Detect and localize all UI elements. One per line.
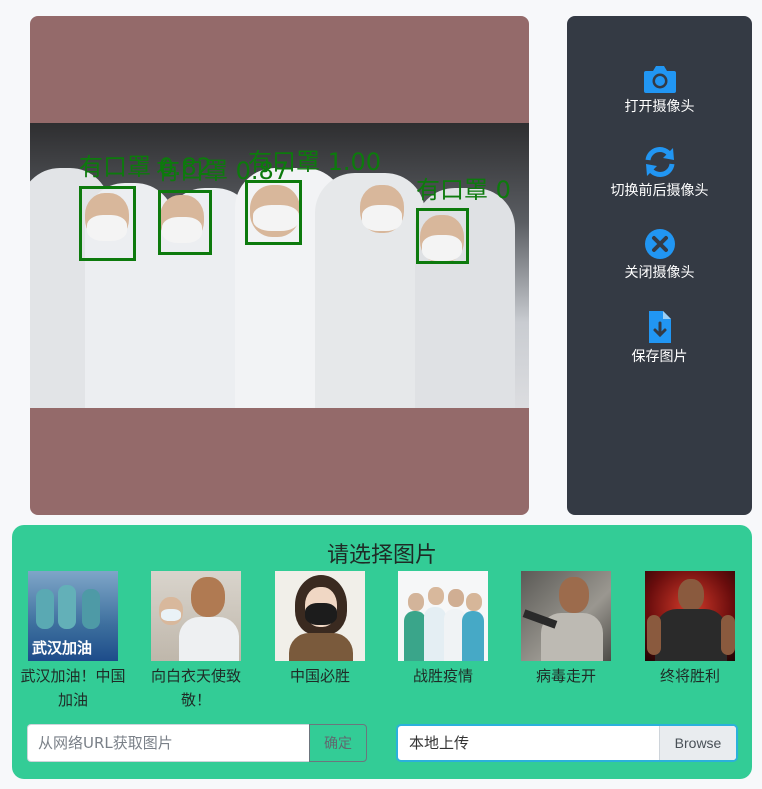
url-input[interactable] — [27, 724, 309, 762]
save-image-label: 保存图片 — [631, 349, 688, 365]
detection-label: 有口罩 1.00 — [248, 148, 382, 176]
detection-photo: 有口罩 0.82 有口罩 0.87 有口罩 1.00 有口罩 0 — [30, 123, 529, 408]
close-circle-icon — [644, 229, 675, 259]
camera-icon — [643, 66, 676, 93]
thumbnail-caption: 武汉加油！中国加油 — [20, 667, 126, 709]
open-camera-label: 打开摄像头 — [624, 99, 695, 115]
save-image-button[interactable]: 保存图片 — [567, 310, 752, 366]
thumbnail-wrestler[interactable] — [645, 571, 735, 661]
url-input-group: 确定 — [27, 724, 367, 762]
thumbnail-mask-girl[interactable] — [275, 571, 365, 661]
close-camera-label: 关闭摄像头 — [624, 265, 695, 281]
panel-title: 请选择图片 — [326, 543, 437, 568]
thumbnail-doctors[interactable] — [151, 571, 241, 661]
switch-camera-button[interactable]: 切换前后摄像头 — [567, 146, 752, 200]
camera-control-panel: 打开摄像头 切换前后摄像头 关闭摄像头 保存图片 — [567, 16, 752, 515]
thumbnail-caption: 病毒走开 — [535, 667, 596, 685]
detection-box — [79, 186, 136, 261]
thumbnail-medical-team[interactable] — [398, 571, 488, 661]
detection-box — [416, 208, 469, 264]
thumbnail-caption: 向白衣天使致敬！ — [150, 667, 241, 709]
switch-camera-icon — [645, 147, 674, 177]
thumbnail-action-man[interactable] — [521, 571, 611, 661]
detection-box — [245, 180, 302, 245]
thumbnail-overlay-text: 武汉加油 — [32, 639, 93, 657]
thumbnail-caption: 中国必胜 — [289, 667, 350, 685]
camera-canvas: 有口罩 0.82 有口罩 0.87 有口罩 1.00 有口罩 0 — [30, 16, 529, 515]
confirm-button[interactable]: 确定 — [309, 724, 367, 762]
save-file-icon — [648, 311, 671, 343]
close-camera-button[interactable]: 关闭摄像头 — [567, 228, 752, 282]
face-mask — [362, 205, 402, 231]
browse-button[interactable]: Browse — [659, 726, 736, 760]
detection-box — [158, 190, 212, 255]
thumbnail-caption: 终将胜利 — [659, 667, 720, 685]
detection-label: 有口罩 0 — [416, 176, 511, 204]
switch-camera-label: 切换前后摄像头 — [610, 183, 709, 199]
local-upload-label: 本地上传 — [409, 734, 470, 752]
thumbnail-caption: 战胜疫情 — [412, 667, 473, 685]
open-camera-button[interactable]: 打开摄像头 — [567, 64, 752, 116]
image-selection-panel: 请选择图片 武汉加油 武汉加油！中国加油 向白衣天使致敬！ 中国必胜 战胜疫情 — [12, 525, 752, 779]
thumbnail-wuhan[interactable]: 武汉加油 — [28, 571, 118, 661]
local-upload-field[interactable]: 本地上传 Browse — [396, 724, 738, 762]
